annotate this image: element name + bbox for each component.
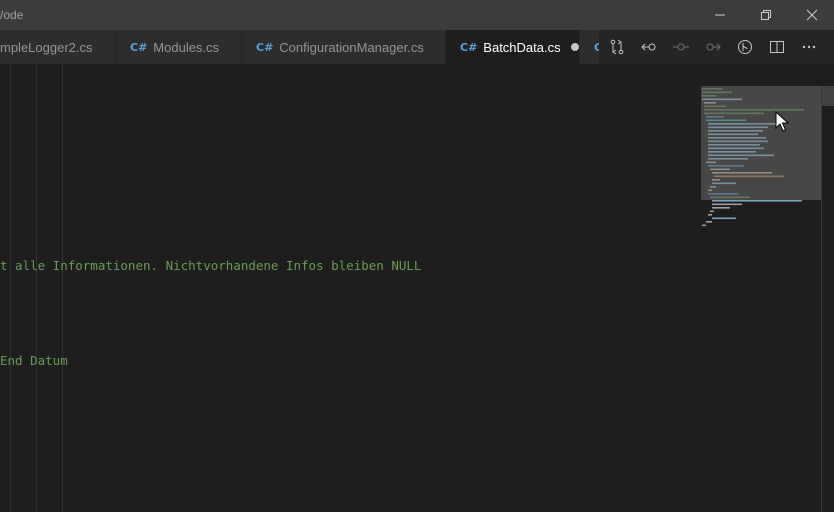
close-button[interactable] [789,0,834,30]
split-editor-button[interactable] [767,37,787,57]
source-control-compare-button[interactable] [607,37,627,57]
restore-button[interactable] [743,0,789,30]
close-icon [806,9,818,21]
csharp-file-icon: C# [130,40,148,54]
commit-icon [673,43,689,51]
minimap-line [712,217,736,220]
minimap-line [712,207,730,209]
tab-label: BatchData.cs [483,39,561,55]
minimize-button[interactable] [697,0,743,30]
go-forward-button[interactable] [703,37,723,57]
go-back-icon [641,43,656,51]
minimap-line [708,214,712,216]
csharp-file-icon: C# [256,40,274,54]
restore-icon [761,10,771,20]
scrollbar-thumb[interactable] [822,86,834,106]
minimap-line [702,224,706,227]
tab-label: Modules.cs [153,39,220,55]
tab-simplelogger2[interactable]: mpleLogger2.cs [0,30,116,64]
vertical-scrollbar[interactable] [821,86,834,512]
scrollbar-divider [821,86,822,512]
tab-label: mpleLogger2.cs [0,39,93,55]
mouse-pointer-icon [775,111,789,132]
split-editor-icon [770,41,784,53]
minimap-line [710,210,714,213]
commit-button[interactable] [671,37,691,57]
tab-configurationmanager[interactable]: C# ConfigurationManager.cs [242,30,446,64]
title-bar: /ode [0,0,834,30]
minimap-line [712,203,742,206]
more-actions-icon [802,45,816,49]
go-back-button[interactable] [639,37,659,57]
more-actions-button[interactable] [799,37,819,57]
tab-modules[interactable]: C# Modules.cs [116,30,242,64]
unsaved-dot-icon[interactable] [570,43,579,51]
source-control-compare-icon [610,39,624,55]
git-history-button[interactable] [735,37,755,57]
tab-label: ConfigurationManager.cs [279,39,424,55]
indent-guide [10,64,11,512]
minimap-line [706,221,712,223]
editor-actions-toolbar [600,30,834,64]
minimize-icon [715,14,725,16]
tab-overflow[interactable]: C# [580,30,600,64]
minimap-line [712,200,802,202]
git-history-icon [738,40,752,54]
indent-guide [62,64,63,512]
code-comment-line: End Datum [0,353,68,368]
minimap-viewport-slider[interactable] [701,86,821,200]
code-comment-line: t alle Informationen. Nichtvorhandene In… [0,258,422,273]
tab-batchdata[interactable]: C# BatchData.cs [446,30,580,64]
go-forward-icon [706,43,721,51]
window-title: /ode [0,8,24,22]
indent-guide [36,64,37,512]
csharp-file-icon: C# [460,40,478,54]
